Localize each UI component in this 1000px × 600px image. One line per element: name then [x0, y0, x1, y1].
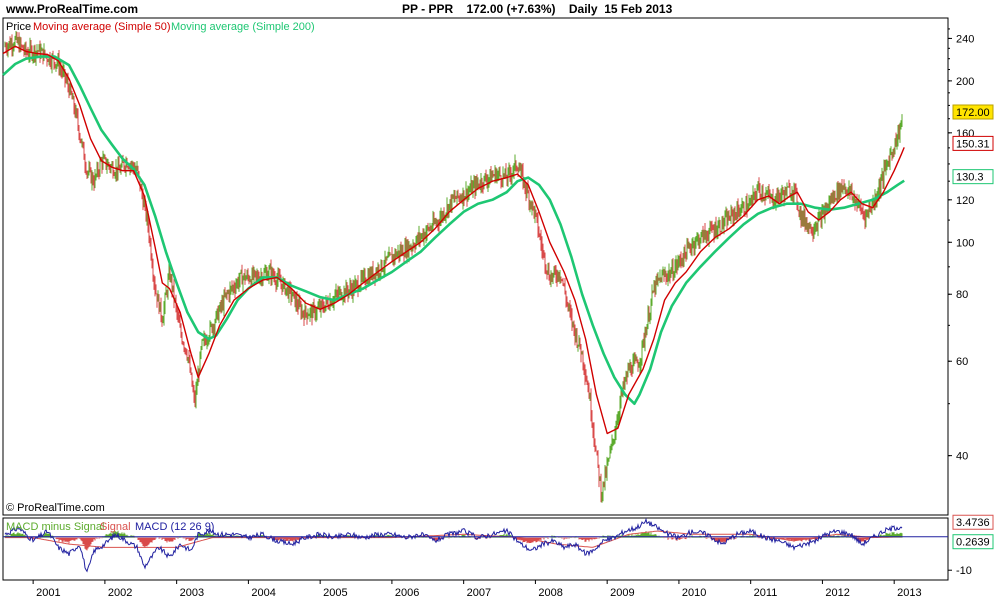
y-tick-label: 120	[956, 195, 974, 207]
legend-ma200: Moving average (Simple 200)	[171, 21, 315, 33]
legend-ma50: Moving average (Simple 50)	[33, 21, 171, 33]
x-tick-label: 2010	[682, 587, 706, 599]
x-tick-label: 2003	[180, 587, 204, 599]
legend-macd-line: MACD (12 26 9)	[135, 521, 214, 533]
main-axis: 406080100120160200240	[948, 28, 974, 463]
legend-price: Price	[6, 21, 31, 33]
x-tick-label: 2001	[36, 587, 60, 599]
x-tick-label: 2013	[897, 587, 921, 599]
x-tick-label: 2005	[323, 587, 347, 599]
last-ma50-label: 150.31	[956, 138, 990, 150]
y-tick-label: 240	[956, 33, 974, 45]
x-tick-label: 2012	[825, 587, 849, 599]
last-signal-label: 0.2639	[956, 537, 990, 549]
x-tick-label: 2002	[108, 587, 132, 599]
chart-svg: 406080100120160200240 -10 2001 2002 2003 20…	[2, 17, 994, 599]
last-macd-label: 3.4736	[956, 517, 990, 529]
x-tick-label: 2008	[538, 587, 562, 599]
x-tick-label: 2006	[395, 587, 419, 599]
x-tick-label: 2004	[251, 587, 275, 599]
main-panel	[2, 17, 949, 516]
last-value-labels: 172.00 150.31 130.3 3.4736 0.2639	[952, 104, 994, 550]
y-tick-label: 40	[956, 451, 968, 463]
y-tick-label: 100	[956, 237, 974, 249]
y-tick-label: 60	[956, 356, 968, 368]
last-ma200-label: 130.3	[956, 172, 984, 184]
y-tick-label: 200	[956, 76, 974, 88]
legend-macd-signal: Signal	[100, 521, 131, 533]
macd-y-tick-label: -10	[956, 565, 972, 577]
last-price-label: 172.00	[956, 107, 990, 119]
x-tick-label: 2009	[610, 587, 634, 599]
y-tick-label: 80	[956, 289, 968, 301]
watermark: © ProRealTime.com	[6, 502, 105, 514]
x-axis: 2001 2002 2003 2004 2005 2006 2007 2008 2009 2010…	[32, 580, 922, 599]
legend-macd-hist: MACD minus Signal	[6, 521, 104, 533]
x-tick-label: 2011	[754, 587, 778, 599]
x-tick-label: 2007	[467, 587, 491, 599]
